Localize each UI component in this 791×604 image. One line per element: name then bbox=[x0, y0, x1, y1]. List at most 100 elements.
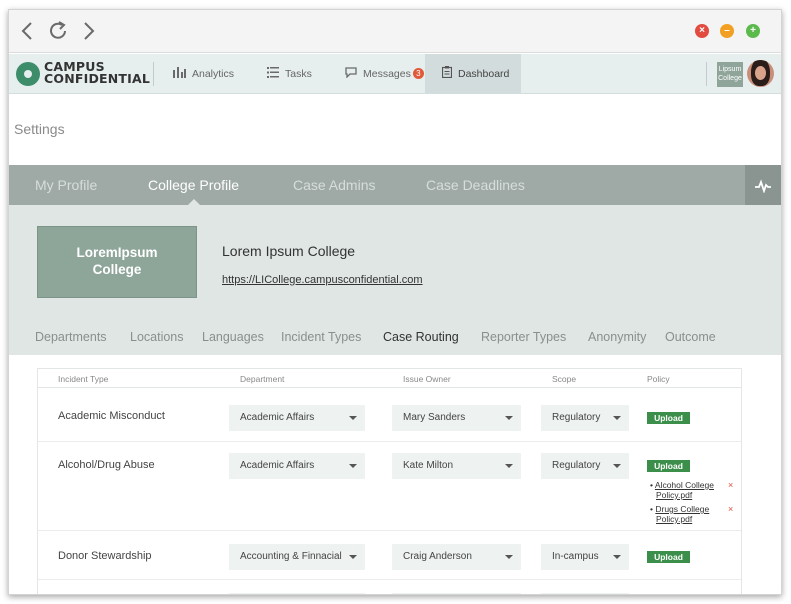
tab-college-profile[interactable]: College Profile bbox=[148, 165, 239, 205]
file-name-line-1: Alcohol College bbox=[654, 480, 714, 490]
list-icon bbox=[267, 66, 279, 81]
upload-button[interactable]: Upload bbox=[647, 460, 690, 472]
column-scope: Scope bbox=[552, 374, 577, 384]
back-icon[interactable] bbox=[17, 20, 39, 42]
department-value: Accounting & Finnacial bbox=[240, 551, 342, 562]
messages-count-badge: 3 bbox=[412, 68, 424, 79]
table-header: Incident Type Department Issue Owner Sco… bbox=[38, 368, 741, 388]
upload-button[interactable]: Upload bbox=[647, 551, 690, 563]
chevron-down-icon bbox=[505, 555, 513, 559]
issue-owner-select[interactable]: Mary Sanders bbox=[392, 405, 521, 431]
clipboard-icon bbox=[441, 66, 453, 81]
remove-file-icon[interactable]: × bbox=[728, 504, 733, 514]
scope-select[interactable]: Regulatory bbox=[541, 453, 629, 479]
nav-messages[interactable]: Messages 3 bbox=[345, 54, 424, 93]
chevron-down-icon bbox=[505, 416, 513, 420]
subtab-case-routing[interactable]: Case Routing bbox=[383, 330, 459, 344]
scope-select[interactable]: In-campus bbox=[541, 544, 629, 570]
issue-owner-select[interactable]: Kate Milton bbox=[392, 453, 521, 479]
subtab-outcome[interactable]: Outcome bbox=[665, 330, 716, 344]
maximize-window-button[interactable]: + bbox=[746, 24, 760, 38]
subtab-departments[interactable]: Departments bbox=[35, 330, 107, 344]
header-divider bbox=[706, 62, 707, 86]
college-name: Lorem Ipsum College bbox=[222, 243, 356, 259]
close-window-button[interactable]: × bbox=[695, 24, 709, 38]
policy-file-link[interactable]: • Alcohol College Policy.pdf bbox=[650, 480, 714, 500]
logo-line-2: CONFIDENTIAL bbox=[44, 71, 151, 86]
college-logo-line: LoremIpsum College bbox=[76, 245, 158, 277]
subtab-incident-types[interactable]: Incident Types bbox=[281, 330, 361, 344]
nav-analytics[interactable]: Analytics bbox=[173, 54, 234, 93]
incident-type-cell: Alcohol/Drug Abuse bbox=[58, 459, 155, 471]
chevron-down-icon bbox=[349, 555, 357, 559]
table-row: Alcohol/Drug Abuse Academic Affairs Kate… bbox=[38, 443, 741, 531]
issue-owner-value: Mary Sanders bbox=[403, 412, 466, 423]
file-name-line-1: Drugs College bbox=[655, 504, 710, 514]
profile-tab-bar: My Profile College Profile Case Admins C… bbox=[9, 165, 781, 205]
department-select[interactable]: Academic Affairs bbox=[229, 453, 365, 479]
subtab-locations[interactable]: Locations bbox=[130, 330, 184, 344]
activity-pulse-icon bbox=[754, 177, 772, 195]
remove-file-icon[interactable]: × bbox=[728, 480, 733, 490]
tab-case-deadlines[interactable]: Case Deadlines bbox=[426, 165, 525, 205]
bar-chart-icon bbox=[173, 66, 186, 81]
column-issue-owner: Issue Owner bbox=[403, 374, 451, 384]
column-incident-type: Incident Type bbox=[58, 374, 109, 384]
minimize-window-button[interactable]: – bbox=[720, 24, 734, 38]
issue-owner-select[interactable]: Craig Anderson bbox=[392, 544, 521, 570]
reload-icon[interactable] bbox=[47, 20, 69, 42]
subtab-languages[interactable]: Languages bbox=[202, 330, 264, 344]
chevron-down-icon bbox=[349, 464, 357, 468]
app-logo[interactable]: CAMPUS CONFIDENTIAL bbox=[44, 60, 151, 86]
logo-icon[interactable] bbox=[16, 62, 40, 86]
scope-select[interactable]: Regulatory bbox=[541, 405, 629, 431]
department-value: Academic Affairs bbox=[240, 412, 315, 423]
avatar[interactable] bbox=[747, 60, 774, 87]
browser-toolbar: × – + bbox=[9, 10, 781, 53]
college-profile-panel: LoremIpsum College Lorem Ipsum College h… bbox=[9, 205, 781, 355]
header-divider bbox=[153, 62, 154, 86]
table-row: Donor Stewardship Accounting & Finnacial… bbox=[38, 532, 741, 580]
department-select[interactable] bbox=[229, 593, 365, 594]
nav-tasks-label: Tasks bbox=[285, 67, 312, 80]
tab-my-profile[interactable]: My Profile bbox=[35, 165, 97, 205]
department-select[interactable]: Accounting & Finnacial bbox=[229, 544, 365, 570]
college-logo[interactable]: LoremIpsum College bbox=[37, 226, 197, 298]
chat-icon bbox=[345, 66, 357, 81]
college-url-link[interactable]: https://LICollege.campusconfidential.com bbox=[222, 274, 423, 286]
column-policy: Policy bbox=[647, 374, 670, 384]
policy-file-link[interactable]: • Drugs College Policy.pdf bbox=[650, 504, 709, 524]
file-name-line-2: Policy.pdf bbox=[656, 490, 693, 500]
issue-owner-value: Craig Anderson bbox=[403, 551, 472, 562]
nav-dashboard[interactable]: Dashboard bbox=[425, 54, 521, 93]
scope-value: Regulatory bbox=[552, 412, 601, 423]
school-thumbnail[interactable]: Lipsum College bbox=[717, 62, 743, 87]
nav-tasks[interactable]: Tasks bbox=[267, 54, 312, 93]
issue-owner-value: Kate Milton bbox=[403, 460, 454, 471]
subtab-anonymity[interactable]: Anonymity bbox=[588, 330, 646, 344]
incident-type-cell: Donor Stewardship bbox=[58, 550, 152, 562]
browser-window: × – + CAMPUS CONFIDENTIAL Analytics Task… bbox=[8, 9, 782, 595]
chevron-down-icon bbox=[613, 464, 621, 468]
maximize-icon: + bbox=[750, 25, 756, 36]
department-value: Academic Affairs bbox=[240, 460, 315, 471]
chevron-down-icon bbox=[613, 416, 621, 420]
activity-button[interactable] bbox=[745, 165, 781, 205]
chevron-down-icon bbox=[349, 416, 357, 420]
close-icon: × bbox=[699, 25, 705, 36]
upload-button[interactable]: Upload bbox=[647, 412, 690, 424]
page-title: Settings bbox=[14, 121, 65, 137]
scope-value: In-campus bbox=[552, 551, 599, 562]
forward-icon[interactable] bbox=[77, 20, 99, 42]
file-bullet: • bbox=[650, 504, 653, 514]
tab-case-admins[interactable]: Case Admins bbox=[293, 165, 375, 205]
department-select[interactable]: Academic Affairs bbox=[229, 405, 365, 431]
case-routing-table: Incident Type Department Issue Owner Sco… bbox=[37, 368, 742, 594]
scope-select[interactable] bbox=[541, 593, 629, 594]
file-name-line-2: Policy.pdf bbox=[656, 514, 693, 524]
issue-owner-select[interactable] bbox=[392, 593, 521, 594]
nav-analytics-label: Analytics bbox=[192, 67, 235, 80]
subtab-reporter-types[interactable]: Reporter Types bbox=[481, 330, 566, 344]
incident-type-cell: Academic Misconduct bbox=[58, 410, 165, 422]
file-bullet: • bbox=[650, 480, 653, 490]
